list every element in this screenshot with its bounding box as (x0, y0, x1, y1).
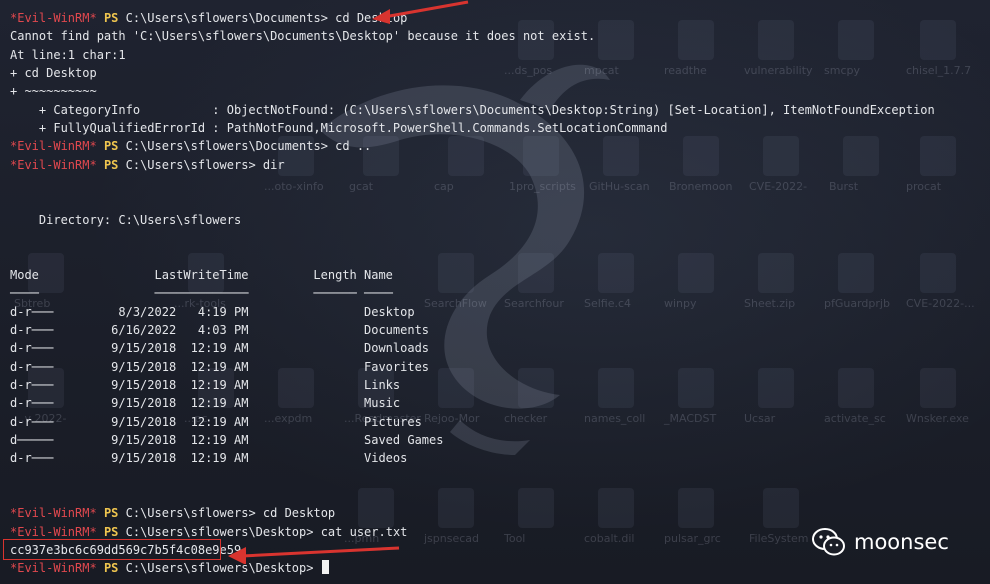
output-text: Mode LastWriteTime Length Name (10, 267, 393, 282)
command-text: cd Desktop (255, 506, 336, 521)
output-line: + ~~~~~~~~~~ (10, 82, 970, 100)
prompt-ps: PS (103, 506, 119, 521)
prompt-ps: PS (103, 139, 119, 154)
prompt-line: *Evil-WinRM* PS C:\Users\sflowers> dir (10, 156, 970, 174)
output-line: d-r─── 8/3/2022 4:19 PM Desktop (10, 303, 970, 321)
prompt-tag: *Evil-WinRM* (10, 524, 97, 539)
output-line: d-r─── 9/15/2018 12:19 AM Links (10, 376, 970, 394)
output-text: + ~~~~~~~~~~ (10, 84, 97, 99)
prompt-ps: PS (103, 157, 119, 172)
prompt-ps: PS (103, 524, 119, 539)
output-text: Directory: C:\Users\sflowers (10, 212, 242, 227)
output-line: ──── ───────────── ────── ──── (10, 284, 970, 302)
output-line: Directory: C:\Users\sflowers (10, 211, 970, 229)
prompt-tag: *Evil-WinRM* (10, 139, 97, 154)
prompt-tag: *Evil-WinRM* (10, 561, 97, 576)
watermark-text: moonsec (854, 530, 949, 554)
prompt-line: *Evil-WinRM* PS C:\Users\sflowers\Deskto… (10, 559, 970, 577)
annotation-arrow-top (372, 0, 469, 24)
output-line: d-r─── 9/15/2018 12:19 AM Downloads (10, 339, 970, 357)
terminal-output[interactable]: *Evil-WinRM* PS C:\Users\sflowers\Docume… (10, 9, 970, 578)
prompt-tag: *Evil-WinRM* (10, 11, 97, 25)
output-line: + cd Desktop (10, 64, 970, 82)
output-text: d-r─── 9/15/2018 12:19 AM Downloads (10, 341, 430, 356)
prompt-path: C:\Users\sflowers\Desktop> (125, 524, 314, 539)
prompt-path: C:\Users\sflowers\Documents> (125, 11, 328, 25)
prompt-line: *Evil-WinRM* PS C:\Users\sflowers\Docume… (10, 9, 970, 27)
prompt-tag: *Evil-WinRM* (10, 506, 97, 521)
prompt-line: *Evil-WinRM* PS C:\Users\sflowers\Docume… (10, 137, 970, 155)
prompt-path: C:\Users\sflowers> (125, 157, 256, 172)
prompt-tag: *Evil-WinRM* (10, 157, 97, 172)
watermark: moonsec (812, 528, 949, 556)
output-text: + CategoryInfo : ObjectNotFound: (C:\Use… (10, 102, 935, 117)
output-text: + FullyQualifiedErrorId : PathNotFound,M… (10, 121, 668, 136)
output-line: Cannot find path 'C:\Users\sflowers\Docu… (10, 27, 970, 45)
output-text: + cd Desktop (10, 66, 97, 81)
wechat-icon (812, 528, 845, 556)
annotation-arrow-bottom (228, 546, 400, 564)
output-text: d-r─── 9/15/2018 12:19 AM Favorites (10, 359, 430, 374)
prompt-path: C:\Users\sflowers\Documents> (125, 139, 328, 154)
prompt-ps: PS (103, 11, 119, 25)
output-text: d───── 9/15/2018 12:19 AM Saved Games (10, 432, 444, 447)
output-line: + FullyQualifiedErrorId : PathNotFound,M… (10, 119, 970, 137)
output-text: d-r─── 9/15/2018 12:19 AM Links (10, 377, 401, 392)
command-text: dir (255, 157, 285, 172)
output-text: d-r─── 9/15/2018 12:19 AM Pictures (10, 414, 422, 429)
flag-highlight-box (3, 539, 221, 560)
output-line: + CategoryInfo : ObjectNotFound: (C:\Use… (10, 101, 970, 119)
output-text: d-r─── 6/16/2022 4:03 PM Documents (10, 322, 430, 337)
output-line: At line:1 char:1 (10, 46, 970, 64)
prompt-line: *Evil-WinRM* PS C:\Users\sflowers> cd De… (10, 504, 970, 522)
output-text: d-r─── 9/15/2018 12:19 AM Videos (10, 451, 408, 466)
output-line: d-r─── 9/15/2018 12:19 AM Pictures (10, 413, 970, 431)
command-text: cd .. (327, 139, 372, 154)
output-text: Cannot find path 'C:\Users\sflowers\Docu… (10, 29, 596, 44)
output-text: d-r─── 9/15/2018 12:19 AM Music (10, 396, 401, 411)
output-line: d-r─── 9/15/2018 12:19 AM Videos (10, 449, 970, 467)
output-text: ──── ───────────── ────── ──── (10, 286, 393, 301)
prompt-ps: PS (103, 561, 119, 576)
output-line: d-r─── 9/15/2018 12:19 AM Favorites (10, 358, 970, 376)
output-line: d-r─── 6/16/2022 4:03 PM Documents (10, 321, 970, 339)
command-text: cat user.txt (313, 524, 408, 539)
output-line: d───── 9/15/2018 12:19 AM Saved Games (10, 431, 970, 449)
output-text: d-r─── 8/3/2022 4:19 PM Desktop (10, 304, 415, 319)
output-line: d-r─── 9/15/2018 12:19 AM Music (10, 394, 970, 412)
output-text: At line:1 char:1 (10, 47, 126, 62)
prompt-path: C:\Users\sflowers> (125, 506, 256, 521)
output-line: Mode LastWriteTime Length Name (10, 266, 970, 284)
